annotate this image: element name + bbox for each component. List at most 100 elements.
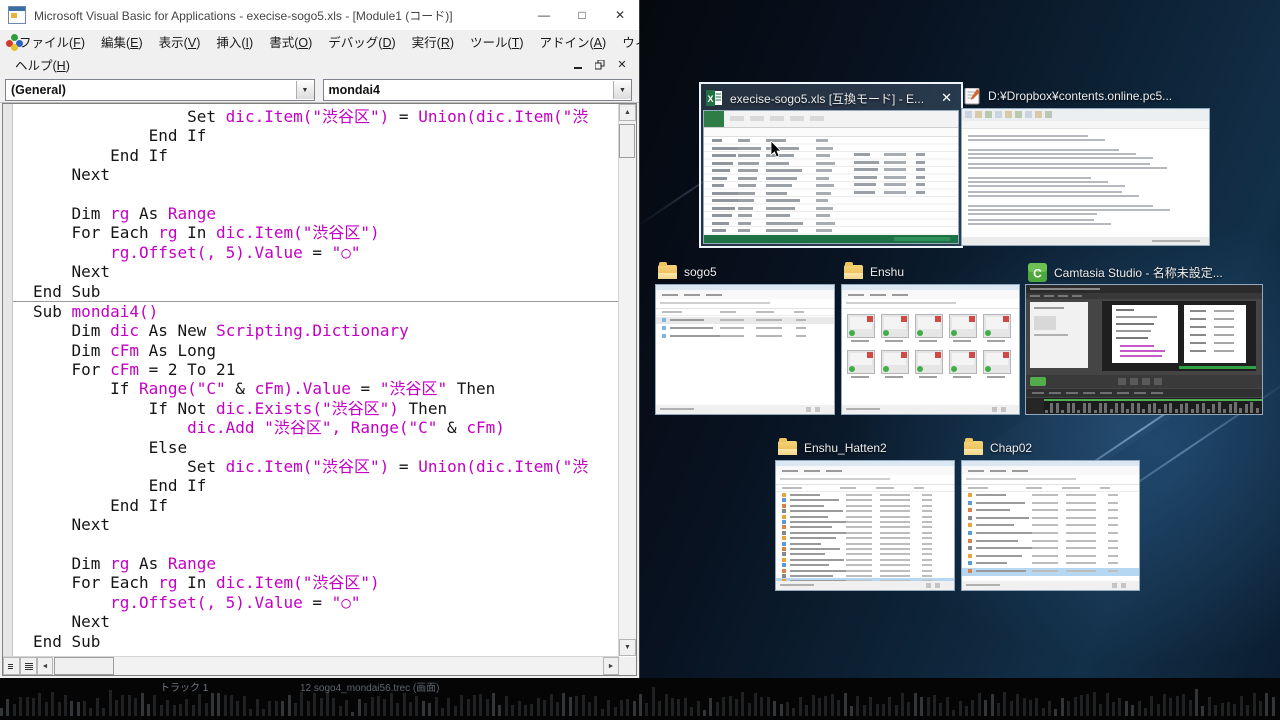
card-thumbnail[interactable] [961, 460, 1140, 591]
close-button[interactable]: ✕ [601, 0, 639, 30]
card-thumbnail[interactable] [1025, 284, 1263, 415]
decor-bar [968, 163, 1150, 165]
decor-bar [976, 555, 1022, 557]
decor-bar [1066, 562, 1096, 564]
scroll-down-icon[interactable]: ▼ [619, 639, 636, 656]
horizontal-scrollbar[interactable]: ◄ ► [3, 656, 619, 675]
decor-bar [1108, 517, 1118, 519]
decor-bar [730, 116, 744, 121]
mini-wave-bar [1245, 404, 1248, 413]
card-thumbnail[interactable] [655, 284, 835, 415]
file-thumbnail [847, 350, 875, 374]
waveform-bar [1131, 705, 1134, 716]
menu-help[interactable]: ヘルプ(H) [8, 52, 77, 77]
waveform-bar [863, 705, 866, 716]
waveform-bar [383, 699, 386, 716]
decor-bar [756, 311, 774, 313]
scroll-right-icon[interactable]: ► [603, 657, 619, 675]
decor-bar [922, 575, 932, 577]
waveform-bar [690, 707, 693, 716]
menu-1[interactable]: 編集(E) [94, 29, 150, 54]
mini-wave-bar [1099, 403, 1102, 413]
menu-8[interactable]: アドイン(A) [533, 29, 614, 54]
menu-7[interactable]: ツール(T) [463, 29, 530, 54]
decor-bar [968, 185, 1125, 187]
horizontal-scroll-thumb[interactable] [54, 657, 114, 675]
decor-bar [1044, 399, 1263, 401]
waveform-bar [1061, 698, 1064, 716]
code-margin-strip [3, 104, 13, 656]
card-thumbnail[interactable] [961, 108, 1210, 246]
menu-0[interactable]: ファイル(F) [12, 29, 92, 54]
scroll-left-icon[interactable]: ◄ [37, 657, 53, 675]
task-view-card-enshu[interactable]: Enshu [841, 260, 1020, 415]
decor-bar [766, 229, 798, 232]
minimize-button[interactable]: — [525, 0, 563, 30]
dropdown-arrow-icon[interactable]: ▼ [296, 81, 314, 99]
decor-bar [1032, 509, 1058, 511]
waveform-bar [1067, 701, 1070, 716]
decor-bar [662, 318, 666, 322]
maximize-button[interactable]: □ [563, 0, 601, 30]
mdi-minimize-icon[interactable] [571, 60, 585, 69]
decor-bar [922, 559, 932, 561]
menu-4[interactable]: 書式(O) [262, 29, 319, 54]
decor-bar [968, 516, 972, 520]
decor-bar [1032, 502, 1058, 504]
decor-bar [712, 214, 732, 217]
decor-bar [880, 548, 910, 550]
procedure-view-button[interactable] [3, 657, 20, 675]
card-thumbnail[interactable] [775, 460, 955, 591]
code-line: Next [33, 612, 618, 631]
waveform-bar [697, 701, 700, 716]
green-badge [985, 330, 991, 336]
mdi-restore-icon[interactable] [593, 60, 607, 70]
decor-bar [846, 570, 872, 572]
green-badge [883, 366, 889, 372]
mini-wave-bar [1175, 409, 1178, 413]
vertical-scrollbar[interactable]: ▲ ▼ [618, 104, 636, 656]
scroll-up-icon[interactable]: ▲ [619, 104, 636, 121]
decor-bar [851, 340, 869, 342]
waveform-bar [971, 700, 974, 716]
waveform-bar [907, 702, 910, 716]
card-thumbnail[interactable] [703, 110, 959, 244]
task-view-card-sogo5[interactable]: sogo5 [655, 260, 835, 415]
task-view-card-editor[interactable]: D:¥Dropbox¥contents.online.pc5... [961, 84, 1210, 246]
dropdown-arrow-icon[interactable]: ▼ [613, 81, 631, 99]
waveform-bar [1182, 694, 1185, 716]
card-close-icon[interactable]: ✕ [937, 90, 956, 106]
full-module-view-button[interactable] [20, 657, 37, 675]
object-dropdown[interactable]: (General) ▼ [5, 79, 315, 101]
decor-bar [892, 294, 908, 296]
decor-bar [712, 229, 726, 232]
waveform-bar [230, 695, 233, 716]
card-thumbnail[interactable] [841, 284, 1020, 415]
code-line: End If [33, 146, 618, 165]
task-view-card-hatten2[interactable]: Enshu_Hatten2 [775, 436, 955, 591]
waveform-bar [467, 699, 470, 716]
decor-bar [922, 516, 932, 518]
decor-bar [880, 494, 910, 496]
menu-5[interactable]: デバッグ(D) [321, 29, 402, 54]
task-view-card-excel[interactable]: Xexecise-sogo5.xls [互換モード] - E...✕ [699, 82, 963, 248]
decor-bar [880, 543, 910, 545]
menu-2[interactable]: 表示(V) [152, 29, 208, 54]
decor-bar [738, 229, 750, 232]
menu-6[interactable]: 実行(R) [405, 29, 461, 54]
waveform-bar [243, 696, 246, 716]
decor-bar [846, 302, 956, 304]
decor-bar [782, 531, 786, 535]
waveform-bar [812, 695, 815, 716]
waveform-bar [965, 706, 968, 716]
task-view-card-camtasia[interactable]: CCamtasia Studio - 名称未設定... [1025, 260, 1263, 415]
code-window[interactable]: Set dic.Item("渋谷区") = Union(dic.Item("渋 … [2, 103, 637, 676]
mdi-close-icon[interactable]: ✕ [615, 58, 629, 71]
task-view-card-chap02[interactable]: Chap02 [961, 436, 1140, 591]
menu-3[interactable]: 挿入(I) [209, 29, 260, 54]
vertical-scroll-thumb[interactable] [619, 124, 635, 158]
decor-bar [656, 290, 835, 299]
code-text-area[interactable]: Set dic.Item("渋谷区") = Union(dic.Item("渋 … [13, 107, 618, 655]
procedure-dropdown[interactable]: mondai4 ▼ [323, 79, 633, 101]
decor-bar [922, 510, 932, 512]
